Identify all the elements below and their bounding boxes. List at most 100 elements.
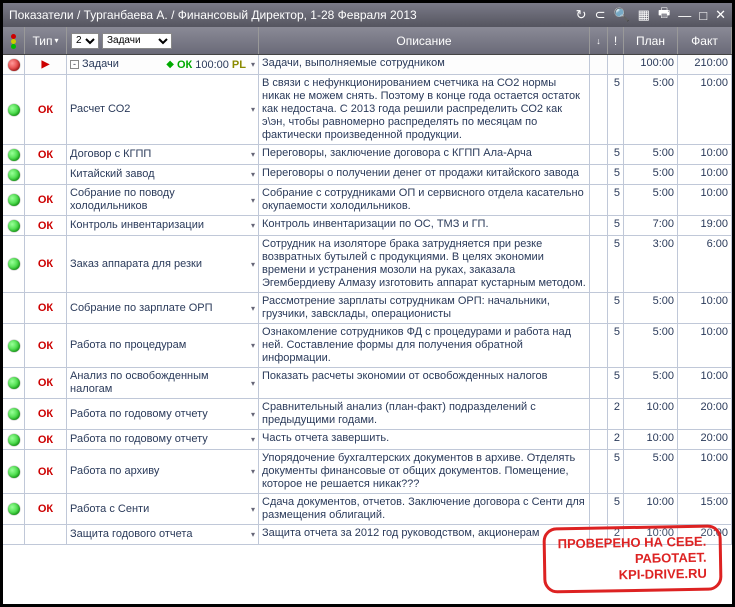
dropdown-icon[interactable]: ▾ bbox=[249, 379, 255, 388]
minimize-icon[interactable]: — bbox=[678, 8, 691, 23]
row-desc: Сравнительный анализ (план-факт) подразд… bbox=[259, 399, 590, 429]
header-description[interactable]: Описание bbox=[259, 27, 590, 54]
task-name: Работа по годовому отчету bbox=[70, 433, 246, 446]
grid-icon[interactable]: ▦ bbox=[638, 7, 650, 23]
dropdown-icon[interactable]: ▾ bbox=[249, 196, 255, 205]
task-name: Контроль инвентаризации bbox=[70, 219, 246, 232]
task-name: Работа по годовому отчету bbox=[70, 408, 246, 421]
row-fact: 20:00 bbox=[678, 430, 732, 449]
table-row[interactable]: ОКРасчет СО2▾В связи с нефункционировани… bbox=[3, 75, 732, 145]
row-plan: 3:00 bbox=[624, 236, 678, 292]
table-row[interactable]: ОККонтроль инвентаризации▾Контроль инвен… bbox=[3, 216, 732, 236]
row-priority: 5 bbox=[608, 216, 624, 235]
status-dot bbox=[8, 434, 20, 446]
status-dot bbox=[8, 149, 20, 161]
table-row[interactable]: ОКЗаказ аппарата для резки▾Сотрудник на … bbox=[3, 236, 732, 293]
table-row[interactable]: ОКРабота с Сенти▾Сдача документов, отчет… bbox=[3, 494, 732, 525]
row-desc: Сдача документов, отчетов. Заключение до… bbox=[259, 494, 590, 524]
row-plan: 5:00 bbox=[624, 75, 678, 144]
row-type: ОК bbox=[25, 494, 67, 524]
table-row[interactable]: ОКРабота по годовому отчету▾ Сравнительны… bbox=[3, 399, 732, 430]
row-desc: Собрание с сотрудниками ОП и сервисного … bbox=[259, 185, 590, 215]
row-plan: 10:00 bbox=[624, 399, 678, 429]
search-icon[interactable]: 🔍 bbox=[613, 7, 629, 23]
status-dot bbox=[8, 59, 20, 71]
dropdown-icon[interactable]: ▾ bbox=[249, 60, 255, 69]
table-row[interactable]: ОКРабота по процедурам▾Ознакомление сотр… bbox=[3, 324, 732, 368]
sync-icon[interactable]: ⊂ bbox=[595, 7, 606, 23]
table-row[interactable]: Китайский завод▾Переговоры о получении д… bbox=[3, 165, 732, 185]
table-row[interactable]: ОКРабота по годовому отчету▾Часть отчета… bbox=[3, 430, 732, 450]
dropdown-icon[interactable]: ▾ bbox=[249, 170, 255, 179]
dropdown-icon[interactable]: ▾ bbox=[249, 341, 255, 350]
row-type: ОК bbox=[25, 450, 67, 493]
dropdown-icon[interactable]: ▾ bbox=[249, 304, 255, 313]
summary-task-label: Задачи bbox=[82, 58, 163, 71]
table-row[interactable]: ОКСобрание по зарплате ОРП▾Рассмотрение … bbox=[3, 293, 732, 324]
header-fact[interactable]: Факт bbox=[678, 27, 732, 54]
task-name: Анализ по освобожденным налогам bbox=[70, 370, 246, 396]
collapse-icon[interactable]: - bbox=[70, 60, 79, 69]
row-desc: Показать расчеты экономии от освобожденн… bbox=[259, 368, 590, 398]
row-type: ОК bbox=[25, 368, 67, 398]
dropdown-icon[interactable]: ▾ bbox=[249, 105, 255, 114]
header-task: 2 Задачи bbox=[67, 27, 259, 54]
row-fact: 6:00 bbox=[678, 236, 732, 292]
task-name: Работа по процедурам bbox=[70, 339, 246, 352]
row-type: ОК bbox=[25, 324, 67, 367]
close-icon[interactable]: ✕ bbox=[715, 7, 726, 23]
row-type: ОК bbox=[25, 145, 67, 164]
dropdown-icon[interactable]: ▾ bbox=[249, 505, 255, 514]
header-plan[interactable]: План bbox=[624, 27, 678, 54]
maximize-icon[interactable]: □ bbox=[699, 8, 707, 23]
row-fact: 10:00 bbox=[678, 165, 732, 184]
row-type: ОК bbox=[25, 399, 67, 429]
table-row[interactable]: ОКСобрание по поводу холодильников▾Собра… bbox=[3, 185, 732, 216]
table-body[interactable]: ▶ - Задачи ◆ ОК 100:00 PL ▾ Задачи, выпо… bbox=[3, 55, 732, 604]
dropdown-icon[interactable]: ▾ bbox=[249, 410, 255, 419]
dropdown-icon[interactable]: ▾ bbox=[249, 530, 255, 539]
dropdown-icon[interactable]: ▾ bbox=[249, 260, 255, 269]
row-plan: 10:00 bbox=[624, 494, 678, 524]
row-type: ОК bbox=[25, 430, 67, 449]
header-sort[interactable]: ↓ bbox=[590, 27, 608, 54]
dropdown-icon[interactable]: ▾ bbox=[249, 435, 255, 444]
dropdown-icon[interactable]: ▾ bbox=[249, 150, 255, 159]
row-desc: Упорядочение бухгалтерских документов в … bbox=[259, 450, 590, 493]
row-fact: 10:00 bbox=[678, 145, 732, 164]
table-row[interactable]: Защита годового отчета▾Защита отчета за … bbox=[3, 525, 732, 545]
row-desc: Сотрудник на изоляторе брака затрудняетс… bbox=[259, 236, 590, 292]
row-plan: 5:00 bbox=[624, 324, 678, 367]
summary-row[interactable]: ▶ - Задачи ◆ ОК 100:00 PL ▾ Задачи, выпо… bbox=[3, 55, 732, 75]
summary-time: 100:00 bbox=[195, 59, 229, 71]
refresh-icon[interactable]: ↻ bbox=[576, 7, 587, 23]
dropdown-icon[interactable]: ▾ bbox=[249, 467, 255, 476]
row-type bbox=[25, 165, 67, 184]
task-name: Собрание по поводу холодильников bbox=[70, 187, 246, 213]
row-plan: 5:00 bbox=[624, 165, 678, 184]
row-plan: 5:00 bbox=[624, 450, 678, 493]
task-name: Договор с КГПП bbox=[70, 148, 246, 161]
row-desc: Контроль инвентаризации по ОС, ТМЗ и ГП. bbox=[259, 216, 590, 235]
status-dot bbox=[8, 466, 20, 478]
table-row[interactable]: ОКДоговор с КГПП▾Переговоры, заключение … bbox=[3, 145, 732, 165]
pl-tag: PL bbox=[232, 59, 246, 71]
table-row[interactable]: ОКАнализ по освобожденным налогам▾ Показа… bbox=[3, 368, 732, 399]
row-fact: 20:00 bbox=[678, 399, 732, 429]
number-select[interactable]: 2 bbox=[71, 33, 99, 49]
row-priority: 5 bbox=[608, 145, 624, 164]
task-select[interactable]: Задачи bbox=[102, 33, 172, 49]
summary-plan: 100:00 bbox=[624, 55, 678, 74]
print-icon[interactable]: 🖶 bbox=[658, 4, 670, 26]
row-fact: 19:00 bbox=[678, 216, 732, 235]
row-fact: 20:00 bbox=[678, 525, 732, 544]
row-fact: 10:00 bbox=[678, 75, 732, 144]
task-name: Защита годового отчета bbox=[70, 528, 246, 541]
app-window: Показатели / Турганбаева А. / Финансовый… bbox=[0, 0, 735, 607]
header-type[interactable]: Тип ▾ bbox=[25, 27, 67, 54]
table-row[interactable]: ОКРабота по архиву▾Упорядочение бухгалте… bbox=[3, 450, 732, 494]
header-status[interactable] bbox=[3, 27, 25, 54]
row-type: ОК bbox=[25, 75, 67, 144]
header-priority[interactable]: ! bbox=[608, 27, 624, 54]
dropdown-icon[interactable]: ▾ bbox=[249, 221, 255, 230]
